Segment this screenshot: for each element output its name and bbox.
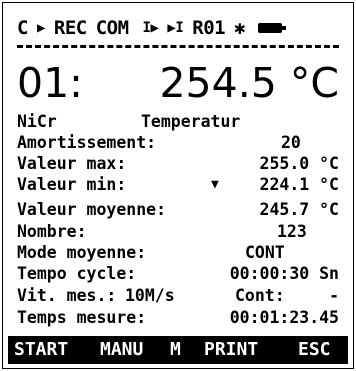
row-valeur-max: Valeur max: 255.0 °C xyxy=(17,153,339,175)
star-icon: ✱ xyxy=(234,17,246,39)
row-value: 20 xyxy=(281,133,301,152)
step-icon: I▶ xyxy=(142,20,159,36)
channel-indicator: C xyxy=(17,17,28,39)
row-label: Vit. mes.: xyxy=(17,286,117,305)
sensor-type: NiCr xyxy=(17,112,57,131)
row-value: 245.7 °C xyxy=(259,200,339,219)
row-label: Valeur min: xyxy=(17,175,127,194)
row-value: 123 xyxy=(277,222,307,241)
play-icon: ▶ xyxy=(36,20,45,36)
row-label: Valeur max: xyxy=(17,154,127,173)
row-nombre: Nombre: 123 xyxy=(17,221,339,243)
row-value: 00:01:23.45 xyxy=(229,308,339,327)
row-valeur-moyenne: Valeur moyenne: 245.7 °C xyxy=(17,199,339,221)
row-value: CONT xyxy=(245,243,285,262)
row-value: 00:00:30 Sn xyxy=(229,264,339,283)
softkey-print[interactable]: PRINT xyxy=(204,339,258,360)
row-cont-label: Cont: xyxy=(235,286,285,305)
sensor-quantity: Temperatur xyxy=(141,112,241,131)
softkey-m[interactable]: M xyxy=(170,339,181,360)
row-label: Valeur moyenne: xyxy=(17,200,167,219)
row-value: 224.1 °C xyxy=(259,175,339,194)
reading-value: 254.5 °C xyxy=(159,59,339,107)
lcd-display: C ▶ REC COM I▶ ▶I R01 ✱ 01: 254.5 °C NiC… xyxy=(2,2,354,369)
row-value: 255.0 °C xyxy=(259,154,339,173)
softkey-start[interactable]: START xyxy=(14,339,68,360)
min-marker-icon: ▼ xyxy=(211,177,219,192)
skip-icon: ▶I xyxy=(167,20,184,36)
row-valeur-min: Valeur min: ▼ 224.1 °C xyxy=(17,174,339,196)
softkey-esc[interactable]: ESC xyxy=(298,339,331,360)
status-bar: C ▶ REC COM I▶ ▶I R01 ✱ xyxy=(17,15,339,41)
row-tempo-cycle: Tempo cycle: 00:00:30 Sn xyxy=(17,263,339,285)
row-temps-mesure: Temps mesure: 00:01:23.45 xyxy=(17,307,339,329)
row-value: - xyxy=(329,286,339,305)
row-label: Amortissement: xyxy=(17,133,157,152)
row-label: Mode moyenne: xyxy=(17,243,147,262)
row-mode-moyenne: Mode moyenne: CONT xyxy=(17,242,339,264)
battery-icon xyxy=(258,23,287,33)
row-label: Temps mesure: xyxy=(17,308,147,327)
row-label: Tempo cycle: xyxy=(17,264,137,283)
softkey-bar: START MANU M PRINT ESC xyxy=(8,336,348,364)
softkey-manu[interactable]: MANU xyxy=(100,339,143,360)
status-divider xyxy=(17,45,339,48)
range-indicator: R01 xyxy=(192,17,226,39)
row-rate: 10M/s xyxy=(125,286,175,305)
sensor-row: NiCr Temperatur xyxy=(17,111,339,133)
row-label: Nombre: xyxy=(17,222,87,241)
rec-indicator: REC xyxy=(53,17,87,39)
reading-channel: 01: xyxy=(17,59,83,107)
row-vit-mes: Vit. mes.: 10M/s Cont: - xyxy=(17,285,339,307)
row-amortissement: Amortissement: 20 xyxy=(17,132,339,154)
com-indicator: COM xyxy=(95,17,129,39)
